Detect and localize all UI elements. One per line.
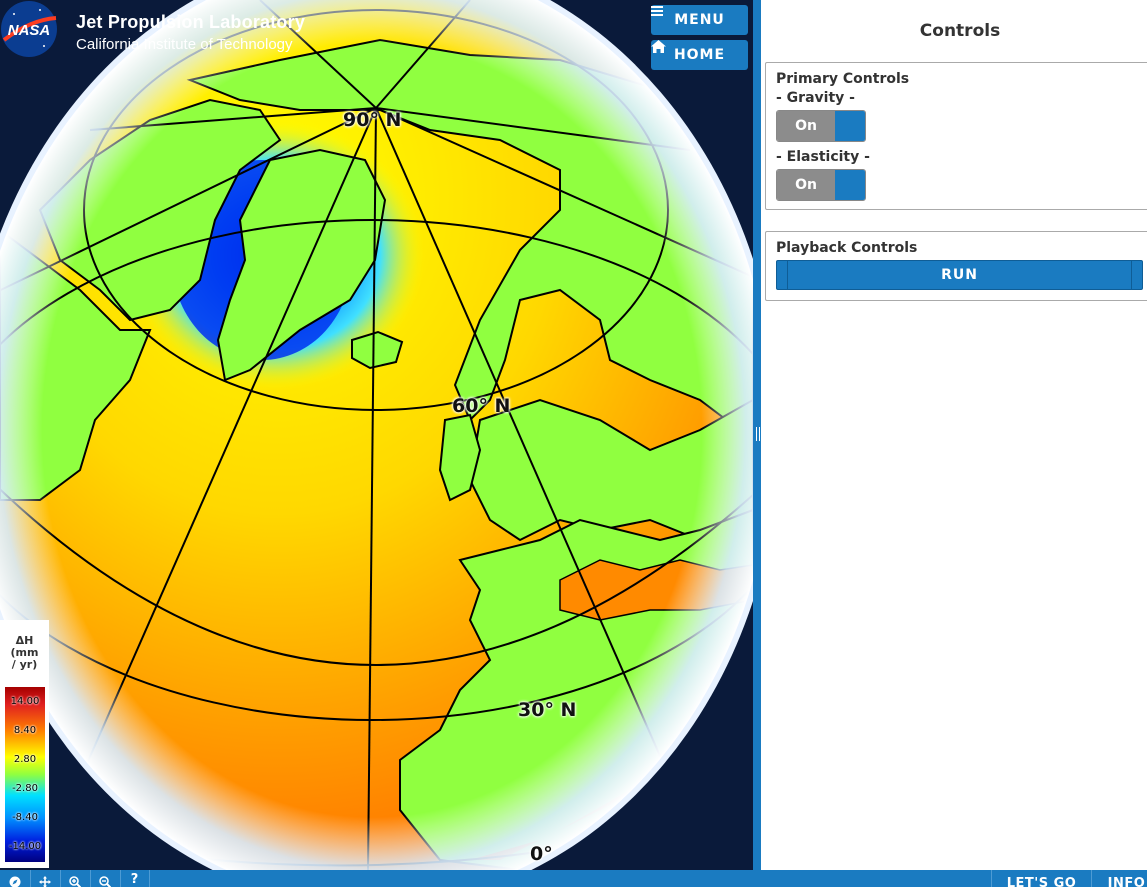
nasa-logo[interactable]: NASA (0, 0, 58, 58)
info-button[interactable]: INFO (1091, 870, 1147, 887)
gravity-toggle[interactable]: On (776, 110, 866, 142)
svg-text:NASA: NASA (8, 22, 51, 39)
elasticity-toggle[interactable]: On (776, 169, 866, 201)
help-icon[interactable]: ? (120, 870, 150, 887)
run-button[interactable]: RUN (776, 260, 1143, 290)
panel-splitter[interactable] (753, 0, 761, 870)
latitude-label-30n: 30° N (518, 699, 577, 721)
legend-tick: 2.80 (13, 754, 37, 765)
gravity-toggle-state: On (777, 111, 835, 141)
splitter-grip-icon[interactable] (756, 427, 760, 441)
legend-tick: 8.40 (13, 725, 37, 736)
legend-tick: -14.00 (8, 841, 42, 852)
playback-controls-section: Playback Controls RUN (765, 231, 1147, 301)
latitude-label-60n: 60° N (452, 395, 511, 417)
elasticity-label: - Elasticity - (776, 149, 870, 165)
toggle-knob[interactable] (835, 111, 865, 141)
lets-go-button[interactable]: LET'S GO (991, 870, 1091, 887)
elasticity-toggle-state: On (777, 170, 835, 200)
home-button[interactable]: HOME (651, 40, 748, 70)
legend-tick: -8.40 (12, 812, 38, 823)
legend-color-bar (5, 687, 45, 862)
legend-tick: -2.80 (12, 783, 38, 794)
site-title[interactable]: Jet Propulsion Laboratory (76, 12, 305, 33)
site-header: NASA Jet Propulsion Laboratory Californi… (0, 0, 330, 62)
map-view[interactable]: NASA Jet Propulsion Laboratory Californi… (0, 0, 753, 870)
bottom-toolbar: ? LET'S GO INFO (0, 870, 1147, 887)
controls-panel: Controls Primary Controls - Gravity - On… (761, 0, 1147, 870)
site-subtitle: California Institute of Technology (76, 36, 293, 53)
panel-title: Controls (919, 21, 1001, 41)
zoom-in-icon[interactable] (60, 870, 91, 887)
section-title: Primary Controls (776, 71, 910, 87)
color-legend: ΔH (mm / yr) 14.00 8.40 2.80 -2.80 -8.40… (0, 620, 49, 868)
legend-title: ΔH (mm / yr) (10, 634, 39, 671)
toggle-knob[interactable] (835, 170, 865, 200)
menu-button[interactable]: MENU (651, 5, 748, 35)
latitude-label-90n: 90° N (343, 109, 402, 131)
menu-label: MENU (674, 12, 725, 28)
compass-icon[interactable] (0, 870, 31, 887)
zoom-out-icon[interactable] (90, 870, 121, 887)
primary-controls-section: Primary Controls - Gravity - On - Elasti… (765, 62, 1147, 210)
home-label: HOME (673, 47, 726, 63)
legend-tick: 14.00 (10, 696, 40, 707)
home-icon (651, 40, 666, 53)
gravity-label: - Gravity - (776, 90, 855, 106)
pan-icon[interactable] (30, 870, 61, 887)
hamburger-icon (651, 6, 663, 16)
latitude-label-0: 0° (530, 843, 553, 865)
section-title: Playback Controls (776, 240, 918, 256)
